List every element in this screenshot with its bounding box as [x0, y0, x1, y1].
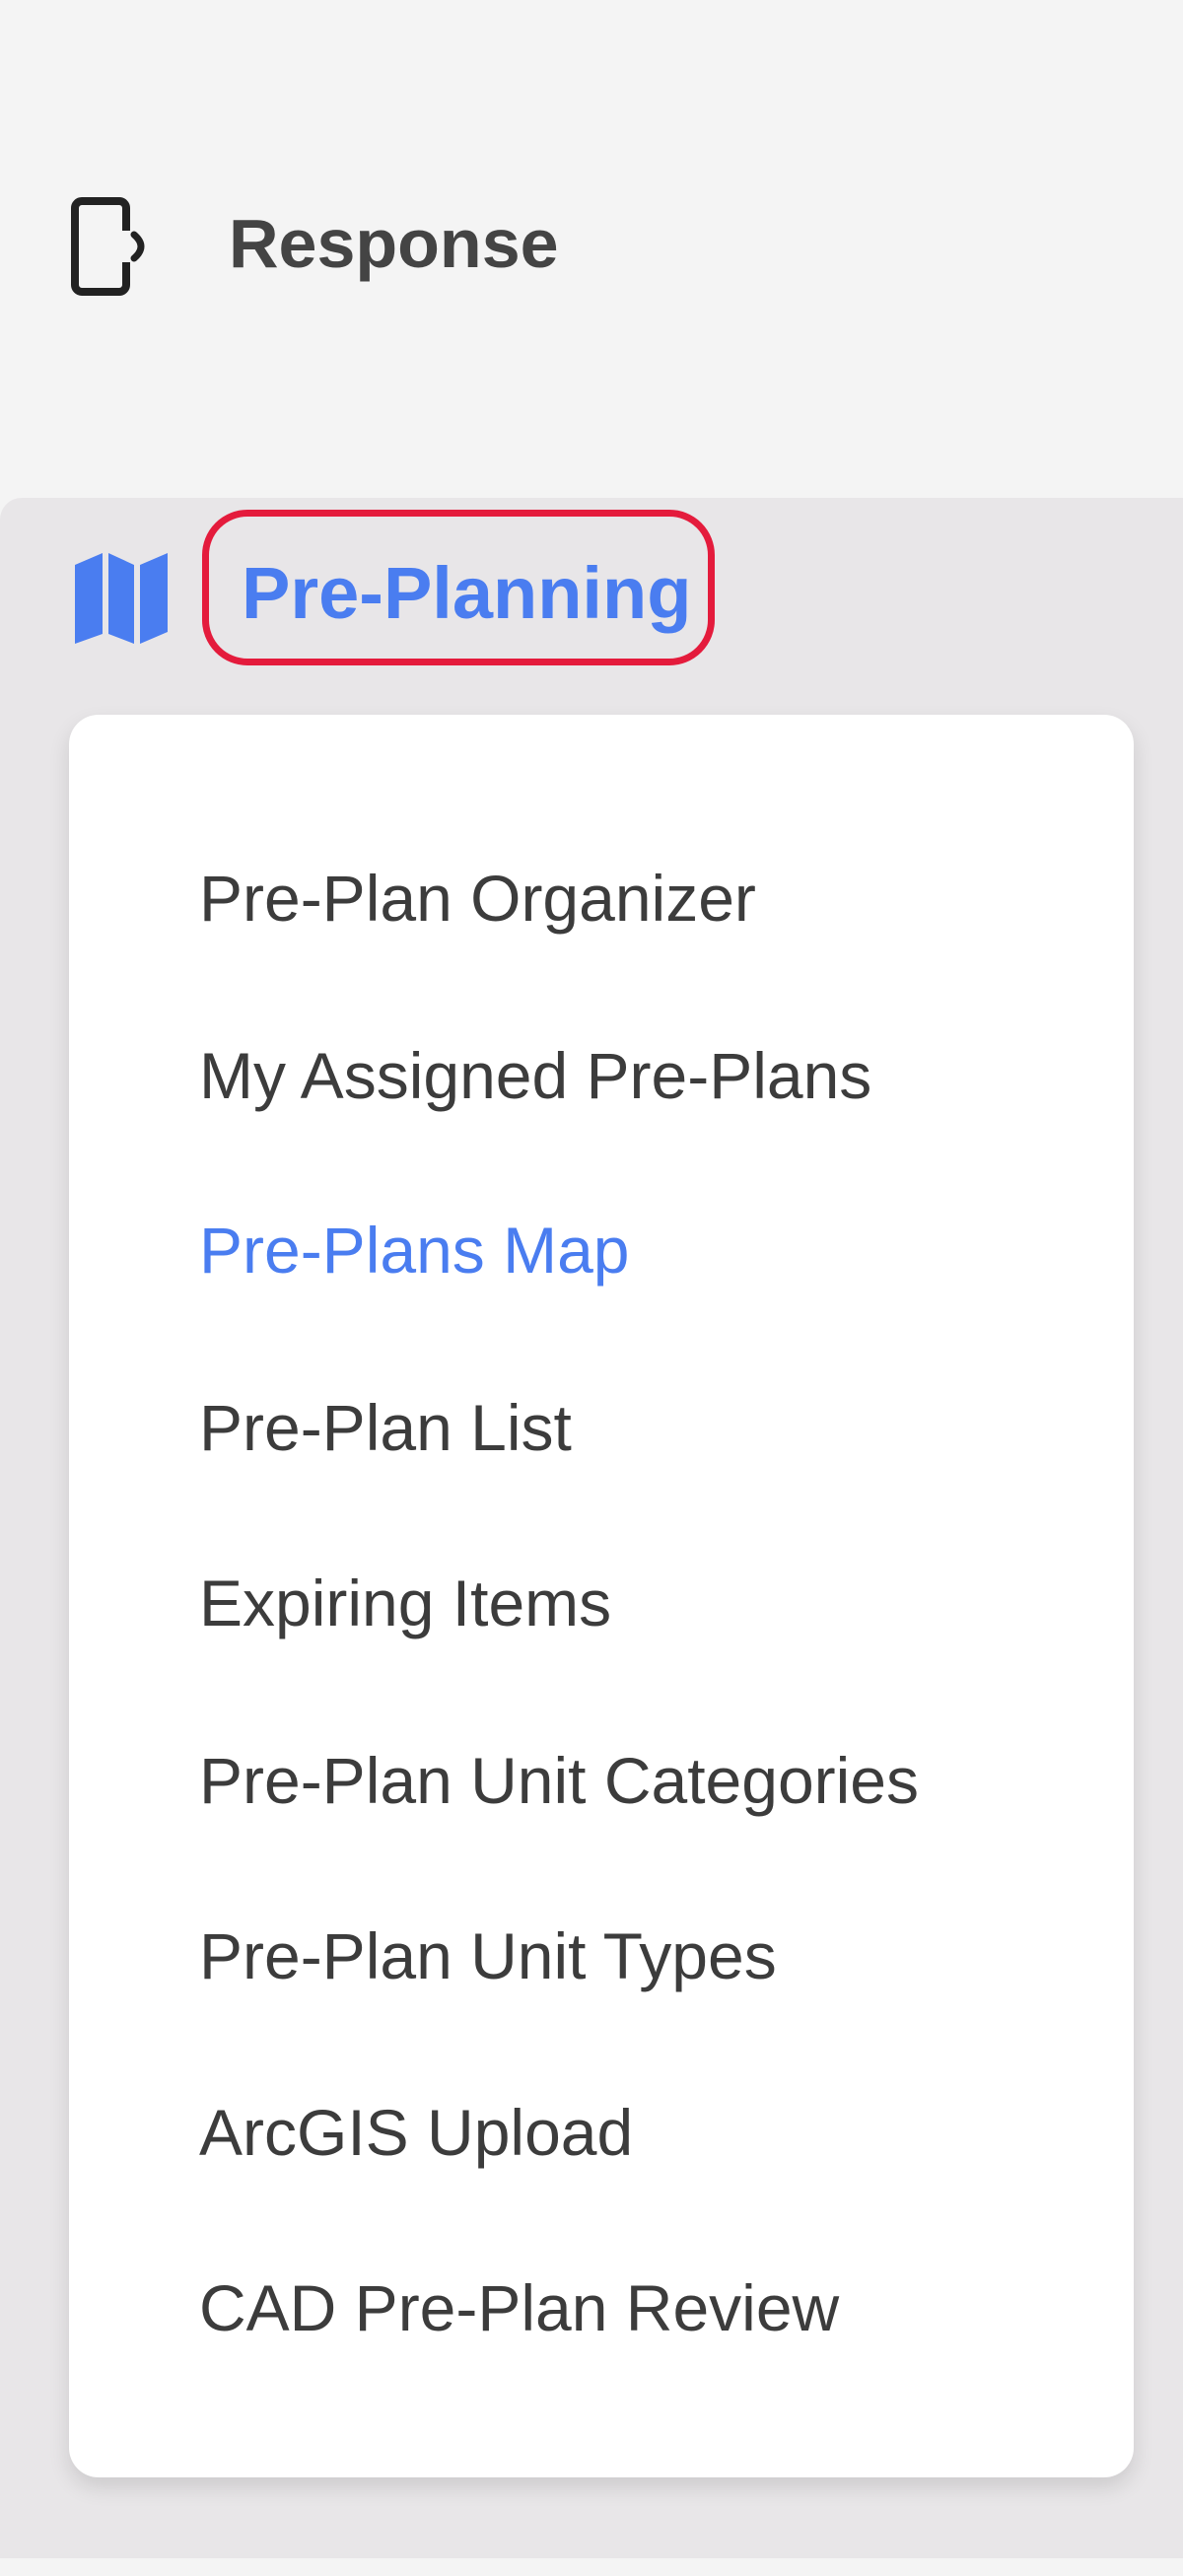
submenu-card: Pre-Plan Organizer My Assigned Pre-Plans… [69, 715, 1134, 2477]
submenu-item-preplan-list[interactable]: Pre-Plan List [199, 1395, 572, 1460]
submenu-item-arcgis-upload[interactable]: ArcGIS Upload [199, 2100, 633, 2165]
submenu-item-preplan-organizer[interactable]: Pre-Plan Organizer [199, 866, 756, 931]
submenu-item-expiring-items[interactable]: Expiring Items [199, 1570, 611, 1636]
map-icon [72, 547, 171, 646]
submenu-item-my-assigned-preplans[interactable]: My Assigned Pre-Plans [199, 1043, 871, 1108]
sidebar-section-preplanning: Pre-Planning Pre-Plan Organizer My Assig… [0, 498, 1183, 2558]
sidebar-item-response[interactable]: Response [0, 158, 1183, 350]
submenu-item-unit-types[interactable]: Pre-Plan Unit Types [199, 1923, 777, 1988]
submenu-item-cad-preplan-review[interactable]: CAD Pre-Plan Review [199, 2275, 839, 2340]
mobile-device-signal-icon [71, 197, 160, 296]
sidebar-nav: Response Pre-Planning Pre-Plan Organizer… [0, 0, 1183, 2576]
sidebar-item-label: Response [229, 205, 559, 282]
sidebar-item-preplanning[interactable]: Pre-Planning [242, 557, 691, 630]
submenu-item-preplans-map[interactable]: Pre-Plans Map [199, 1218, 630, 1283]
submenu-item-unit-categories[interactable]: Pre-Plan Unit Categories [199, 1748, 919, 1813]
